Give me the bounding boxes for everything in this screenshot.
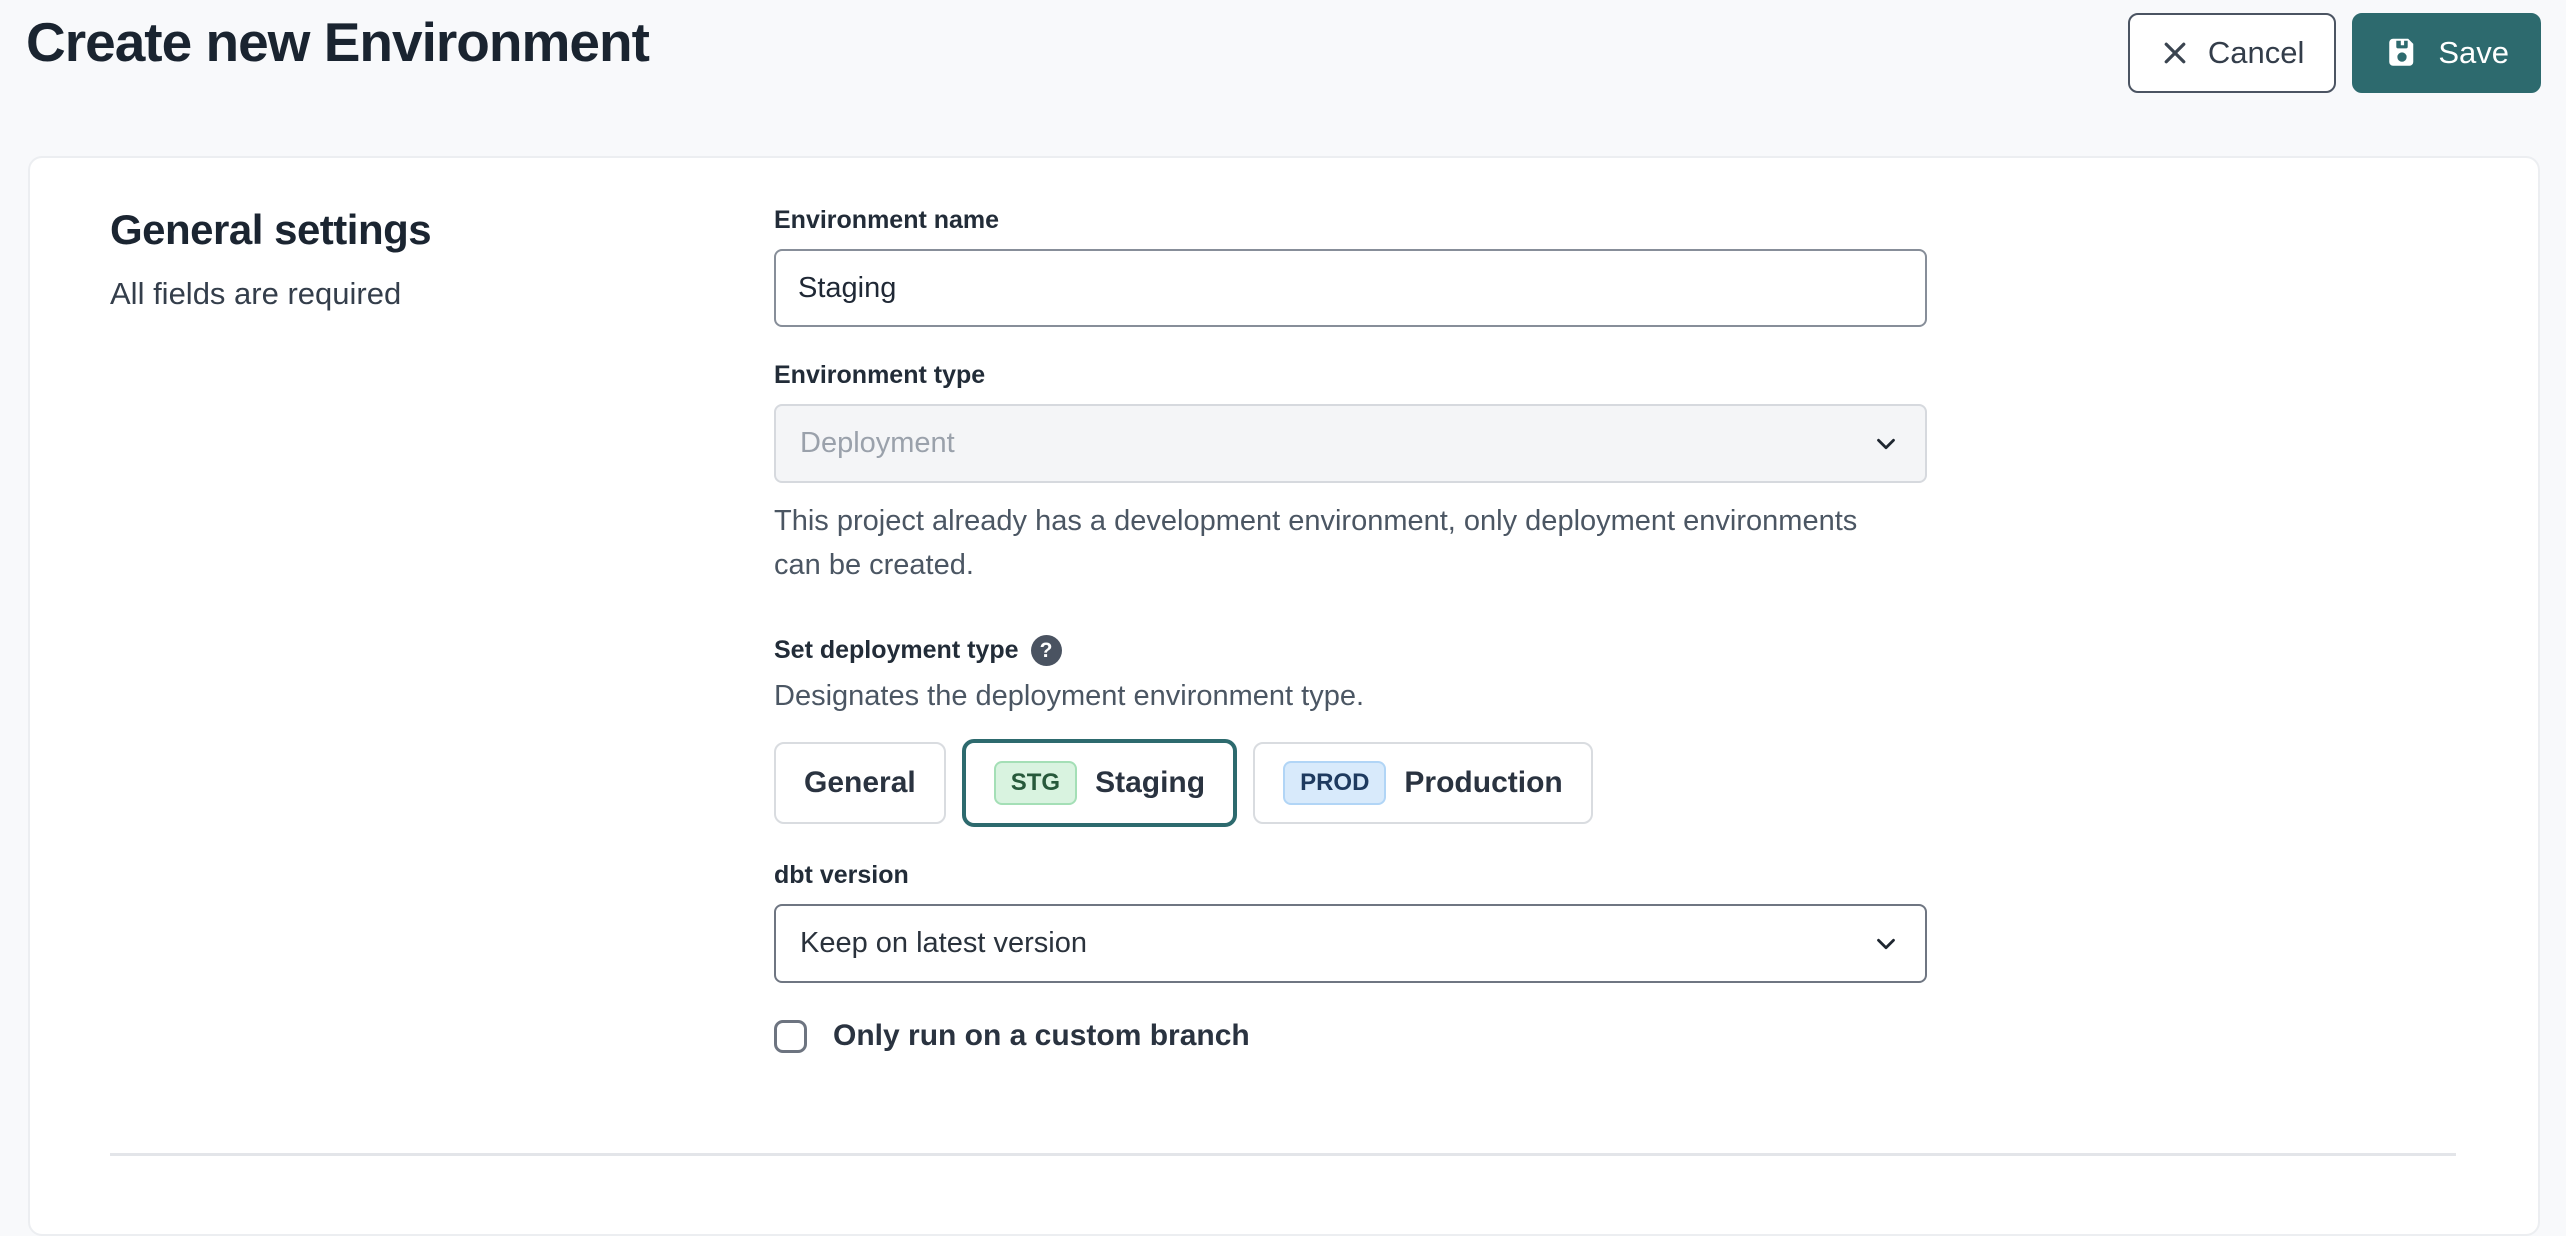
dbt-version-value: Keep on latest version bbox=[800, 927, 1087, 960]
deployment-type-group: Set deployment type ? Designates the dep… bbox=[774, 635, 1927, 827]
deployment-type-label-text: Set deployment type bbox=[774, 636, 1019, 665]
header-actions: Cancel Save bbox=[2128, 13, 2541, 93]
settings-form: Environment name Environment type Deploy… bbox=[774, 206, 1927, 1053]
environment-type-value: Deployment bbox=[800, 427, 955, 460]
deployment-option-production-label: Production bbox=[1404, 766, 1562, 800]
deployment-option-general[interactable]: General bbox=[774, 742, 946, 824]
save-button[interactable]: Save bbox=[2352, 13, 2541, 93]
page-title: Create new Environment bbox=[26, 10, 649, 74]
environment-type-group: Environment type Deployment This project… bbox=[774, 361, 1927, 587]
dbt-version-group: dbt version Keep on latest version bbox=[774, 861, 1927, 983]
deployment-option-general-label: General bbox=[804, 766, 916, 800]
environment-name-label: Environment name bbox=[774, 206, 1927, 235]
save-button-label: Save bbox=[2438, 35, 2509, 71]
deployment-option-staging[interactable]: STG Staging bbox=[962, 739, 1237, 827]
section-divider bbox=[110, 1153, 2456, 1156]
custom-branch-row: Only run on a custom branch bbox=[774, 1019, 1927, 1053]
environment-type-select[interactable]: Deployment bbox=[774, 404, 1927, 483]
custom-branch-checkbox[interactable] bbox=[774, 1020, 807, 1053]
section-subheading: All fields are required bbox=[110, 276, 774, 312]
settings-card: General settings All fields are required… bbox=[28, 156, 2540, 1236]
dbt-version-select[interactable]: Keep on latest version bbox=[774, 904, 1927, 983]
section-intro: General settings All fields are required bbox=[110, 206, 774, 1053]
cancel-button-label: Cancel bbox=[2208, 35, 2305, 71]
deployment-type-label: Set deployment type ? bbox=[774, 635, 1927, 666]
prod-badge: PROD bbox=[1283, 761, 1386, 805]
cancel-button[interactable]: Cancel bbox=[2128, 13, 2337, 93]
deployment-option-production[interactable]: PROD Production bbox=[1253, 742, 1593, 824]
chevron-down-icon bbox=[1871, 929, 1901, 959]
environment-type-label: Environment type bbox=[774, 361, 1927, 390]
environment-type-helper: This project already has a development e… bbox=[774, 499, 1864, 587]
chevron-down-icon bbox=[1871, 429, 1901, 459]
deployment-type-options: General STG Staging PROD Production bbox=[774, 739, 1927, 827]
create-environment-page: Create new Environment Cancel Save Gener… bbox=[0, 0, 2566, 1142]
custom-branch-label[interactable]: Only run on a custom branch bbox=[833, 1019, 1250, 1053]
help-question-icon[interactable]: ? bbox=[1031, 635, 1062, 666]
section-heading: General settings bbox=[110, 206, 774, 254]
close-icon bbox=[2160, 38, 2190, 68]
environment-name-input[interactable] bbox=[774, 249, 1927, 327]
deployment-option-staging-label: Staging bbox=[1095, 766, 1205, 800]
environment-name-group: Environment name bbox=[774, 206, 1927, 327]
dbt-version-label: dbt version bbox=[774, 861, 1927, 890]
save-floppy-icon bbox=[2384, 35, 2420, 71]
stg-badge: STG bbox=[994, 761, 1077, 805]
deployment-type-description: Designates the deployment environment ty… bbox=[774, 680, 1927, 713]
